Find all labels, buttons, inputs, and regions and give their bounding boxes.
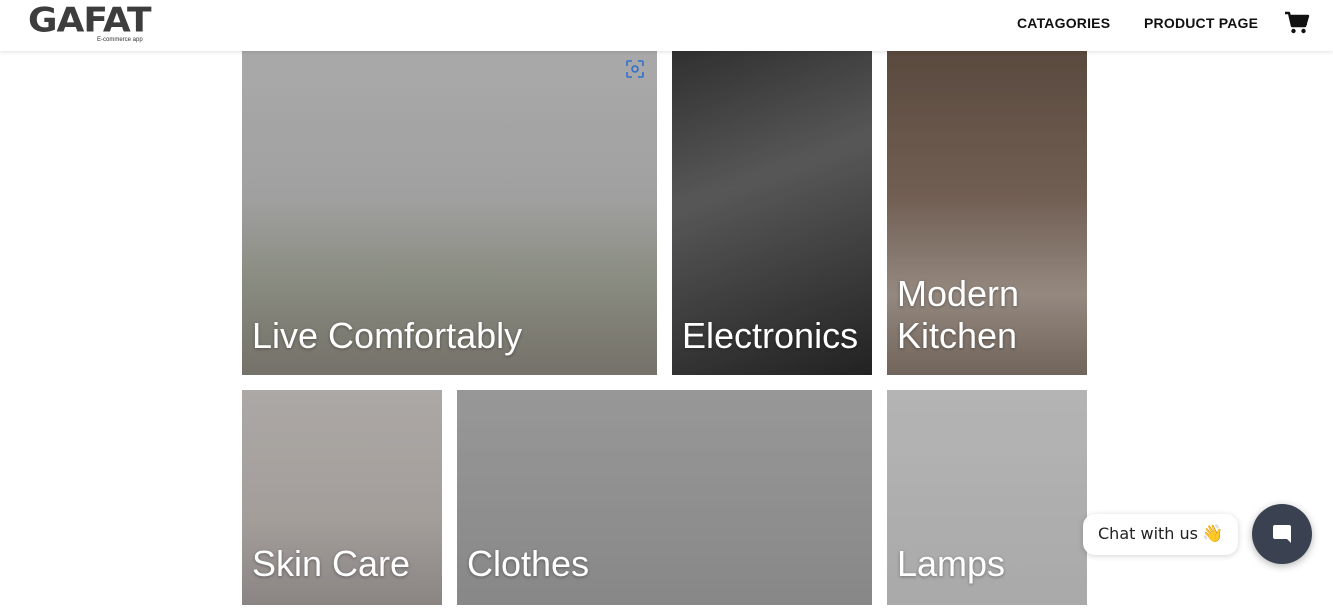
- category-tile-electronics[interactable]: Electronics: [672, 51, 872, 375]
- nav-categories[interactable]: CATAGORIES: [1017, 15, 1110, 31]
- waving-hand-icon: 👋: [1201, 524, 1224, 543]
- category-tile-lamps[interactable]: Lamps: [887, 390, 1087, 605]
- logo-subtitle: E-commerce app: [97, 37, 143, 43]
- category-tile-clothes[interactable]: Clothes: [457, 390, 872, 605]
- image-scan-icon[interactable]: [625, 59, 645, 79]
- category-tile-modern-kitchen[interactable]: Modern Kitchen: [887, 51, 1087, 375]
- logo[interactable]: GAFAT E-commerce app: [28, 1, 151, 43]
- nav-product-page[interactable]: PRODUCT PAGE: [1144, 15, 1258, 31]
- category-tile-skin-care[interactable]: Skin Care: [242, 390, 442, 605]
- category-label: Lamps: [897, 543, 1006, 584]
- category-label: Live Comfortably: [252, 315, 523, 356]
- logo-text: GAFAT: [28, 1, 151, 41]
- category-label: Modern Kitchen: [897, 273, 1020, 356]
- chat-prompt-text: Chat with us: [1098, 524, 1198, 543]
- chat-launcher-button[interactable]: [1252, 504, 1312, 564]
- chat-icon: [1273, 525, 1291, 543]
- category-label: Electronics: [682, 315, 859, 356]
- shopping-cart-icon[interactable]: [1284, 11, 1310, 35]
- chat-prompt-bubble[interactable]: Chat with us 👋: [1083, 514, 1238, 555]
- category-tile-live-comfortably[interactable]: Live Comfortably: [242, 51, 657, 375]
- site-header: GAFAT E-commerce app CATAGORIES PRODUCT …: [0, 0, 1333, 51]
- category-label: Skin Care: [252, 543, 411, 584]
- category-label: Clothes: [467, 543, 590, 584]
